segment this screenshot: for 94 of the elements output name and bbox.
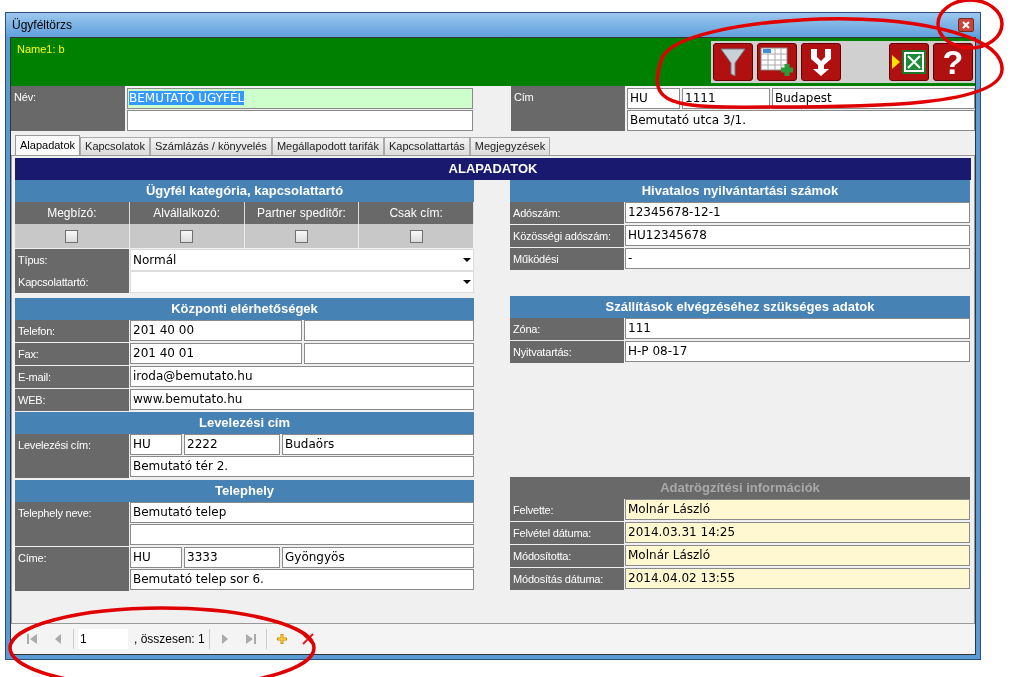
field-label: Alvállalkozó: <box>129 202 245 224</box>
checkbox[interactable] <box>180 229 194 243</box>
field-label: Név: <box>11 86 125 131</box>
text-field[interactable]: www.bemutato.hu <box>130 389 474 410</box>
tab[interactable]: Kapcsolatok <box>80 137 150 155</box>
field-label: Zóna: <box>510 318 624 340</box>
checkbox[interactable] <box>409 229 423 243</box>
text-field[interactable]: H-P 08-17 <box>625 341 970 362</box>
field-label: WEB: <box>15 389 129 411</box>
field-label: Módosította: <box>510 545 624 567</box>
dropdown-arrow-icon <box>463 280 471 284</box>
field-label: Adószám: <box>510 202 624 224</box>
dropdown-arrow-icon <box>463 258 471 262</box>
toolbar-button[interactable] <box>889 43 929 81</box>
checkbox[interactable] <box>294 229 308 243</box>
field-label: Fax: <box>15 343 129 365</box>
text-field[interactable]: Bemutató tér 2. <box>130 456 474 477</box>
funnel-icon <box>720 47 746 77</box>
text-field[interactable] <box>127 110 473 131</box>
tab[interactable]: Számlázás / könyvelés <box>150 137 272 155</box>
text-field[interactable]: Gyöngyös <box>282 547 474 568</box>
field-label: Csak cím: <box>359 202 474 224</box>
text-field[interactable]: Bemutató utca 3/1. <box>627 110 975 131</box>
field-label: Megbízó: <box>15 202 130 224</box>
field-label: Módosítás dátuma: <box>510 568 624 590</box>
field-label: Közösségi adószám: <box>510 225 624 247</box>
section-header: Szállítások elvégzéséhez szükséges adatok <box>510 296 970 318</box>
toolbar-button[interactable] <box>757 43 797 81</box>
first-record-icon <box>26 633 38 645</box>
text-field[interactable]: 2014.03.31 14:25 <box>625 522 970 543</box>
text-field[interactable]: HU12345678 <box>625 225 970 246</box>
field-label: Cím <box>511 86 625 131</box>
checkbox[interactable] <box>65 229 79 243</box>
tab[interactable]: Kapcsolattartás <box>384 137 470 155</box>
section-header: Központi elérhetőségek <box>15 298 474 320</box>
text-field[interactable]: Budaörs <box>282 434 474 455</box>
text-field[interactable]: - <box>625 248 970 269</box>
section-header: Telephely <box>15 480 474 502</box>
header-caption: Name1: b <box>17 42 65 57</box>
toolbar-button[interactable] <box>713 43 753 81</box>
dropdown[interactable]: Normál <box>130 249 474 271</box>
text-field[interactable]: 12345678-12-1 <box>625 202 970 223</box>
text-field[interactable]: HU <box>130 434 182 455</box>
field-label: Nyitvatartás: <box>510 341 624 363</box>
close-button[interactable] <box>958 18 974 32</box>
text-field[interactable] <box>304 343 474 364</box>
text-field[interactable]: iroda@bemutato.hu <box>130 366 474 387</box>
tab[interactable]: Megállapodott tarifák <box>271 137 384 155</box>
text-field[interactable] <box>130 524 474 545</box>
field-label: Levelezési cím: <box>15 434 129 478</box>
last-record-icon <box>244 633 257 645</box>
add-record-icon <box>275 633 288 645</box>
field-label: Működési <box>510 248 624 270</box>
text-field[interactable]: HU <box>627 88 680 109</box>
section-header: Ügyfél kategória, kapcsolattartó <box>15 180 474 202</box>
field-label: Felvette: <box>510 499 624 521</box>
merge-down-icon <box>809 47 833 77</box>
spreadsheet-export-icon <box>891 49 927 75</box>
text-field[interactable]: Bemutató telep <box>130 502 474 523</box>
close-icon <box>962 21 970 29</box>
field-label: Telefon: <box>15 320 129 342</box>
field-label: Címe: <box>15 547 129 591</box>
field-label: Telephely neve: <box>15 502 129 546</box>
field-label: Felvétel dátuma: <box>510 522 624 544</box>
window-title: Ügyféltörzs <box>12 17 73 34</box>
field-label: Típus: <box>15 249 129 271</box>
text-field[interactable]: Molnár László <box>625 545 970 566</box>
text-field[interactable]: Molnár László <box>625 499 970 520</box>
text-field[interactable] <box>304 320 474 341</box>
record-number-field[interactable]: 1 <box>78 629 128 649</box>
toolbar-button[interactable] <box>801 43 841 81</box>
table-add-icon <box>760 46 794 78</box>
selected-text: BEMUTATÓ ÜGYFÉL <box>129 91 245 105</box>
text-field[interactable]: 3333 <box>184 547 280 568</box>
text-field[interactable]: 111 <box>625 318 970 339</box>
text-field[interactable]: 2014.04.02 13:55 <box>625 568 970 589</box>
tab[interactable]: Alapadatok <box>15 135 81 155</box>
field-label: Partner speditőr: <box>244 202 360 224</box>
record-total: , összesen: 1 <box>134 631 205 648</box>
field-label: Kapcsolattartó: <box>15 271 129 293</box>
text-field[interactable]: 201 40 00 <box>130 320 302 341</box>
help-button[interactable]: ? <box>933 43 973 81</box>
dropdown-value: Normál <box>133 252 177 269</box>
text-field[interactable]: 201 40 01 <box>130 343 302 364</box>
section-header: Levelezési cím <box>15 412 474 434</box>
tab[interactable]: Megjegyzések <box>469 137 551 155</box>
section-header: Hivatalos nyilvántartási számok <box>510 180 970 202</box>
delete-record-icon <box>301 633 314 645</box>
text-field[interactable]: 2222 <box>184 434 280 455</box>
panel-title: ALAPADATOK <box>15 158 971 180</box>
section-header: Adatrögzítési információk <box>510 477 970 499</box>
field-label: E-mail: <box>15 366 129 388</box>
text-field[interactable]: HU <box>130 547 182 568</box>
text-field[interactable]: Bemutató telep sor 6. <box>130 569 474 590</box>
